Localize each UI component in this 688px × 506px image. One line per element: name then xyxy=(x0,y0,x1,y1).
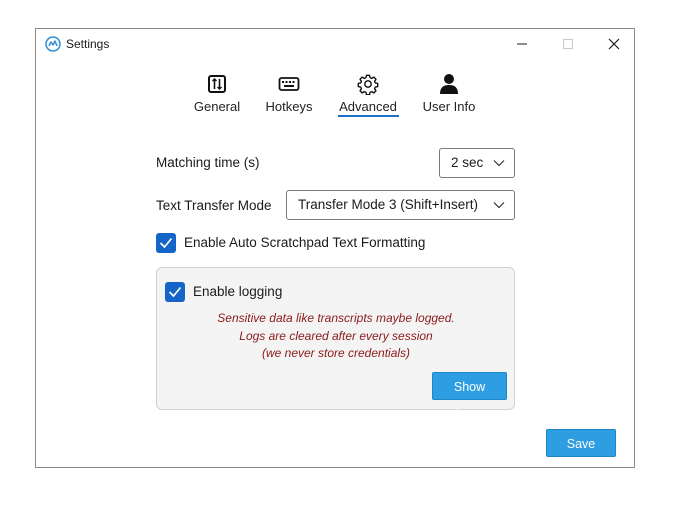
enable-logging-label[interactable]: Enable logging xyxy=(193,284,282,299)
tab-advanced[interactable]: Advanced xyxy=(335,73,401,114)
checkmark-icon xyxy=(168,286,182,298)
tab-user-info[interactable]: User Info xyxy=(419,73,479,114)
save-button[interactable]: Save xyxy=(546,429,616,457)
minimize-button[interactable] xyxy=(499,29,545,59)
matching-time-dropdown[interactable]: 2 sec xyxy=(439,148,515,178)
matching-time-value: 2 sec xyxy=(451,155,484,170)
tab-general-label: General xyxy=(193,99,241,114)
chevron-down-icon xyxy=(493,202,505,209)
tab-advanced-label: Advanced xyxy=(339,99,397,114)
maximize-button[interactable] xyxy=(545,29,591,59)
close-icon xyxy=(608,38,620,50)
minimize-icon xyxy=(517,43,527,45)
maximize-icon xyxy=(563,39,573,49)
tab-hotkeys-label: Hotkeys xyxy=(265,99,313,114)
transfer-mode-value: Transfer Mode 3 (Shift+Insert) xyxy=(298,197,478,212)
active-tab-indicator xyxy=(338,115,399,117)
enable-logging-checkbox[interactable] xyxy=(165,282,185,302)
app-logo-icon xyxy=(45,36,61,52)
chevron-down-icon xyxy=(493,160,505,167)
matching-time-label: Matching time (s) xyxy=(156,155,260,170)
show-logs-button[interactable]: Show Logs xyxy=(432,372,507,420)
logging-warning-text: Sensitive data like transcripts maybe lo… xyxy=(206,310,466,363)
scratchpad-formatting-label[interactable]: Enable Auto Scratchpad Text Formatting xyxy=(184,235,425,250)
sliders-icon xyxy=(208,75,226,93)
transfer-mode-dropdown[interactable]: Transfer Mode 3 (Shift+Insert) xyxy=(286,190,515,220)
settings-window: Settings General Hotkeys Advanced User I… xyxy=(35,28,635,468)
gear-icon xyxy=(357,74,379,95)
tab-hotkeys[interactable]: Hotkeys xyxy=(262,73,316,114)
warning-line: (we never store credentials) xyxy=(261,346,411,360)
window-title: Settings xyxy=(66,37,110,51)
checkmark-icon xyxy=(159,237,173,249)
transfer-mode-label: Text Transfer Mode xyxy=(156,198,272,213)
warning-line: Sensitive data like transcripts maybe lo… xyxy=(217,311,455,325)
scratchpad-formatting-checkbox[interactable] xyxy=(156,233,176,253)
keyboard-icon xyxy=(278,77,300,91)
close-button[interactable] xyxy=(591,29,637,59)
tab-user-info-label: User Info xyxy=(422,99,476,114)
tab-general[interactable]: General xyxy=(191,73,243,114)
warning-line: Logs are cleared after every session xyxy=(239,328,433,343)
title-bar[interactable]: Settings xyxy=(36,29,634,59)
user-icon xyxy=(440,74,458,94)
